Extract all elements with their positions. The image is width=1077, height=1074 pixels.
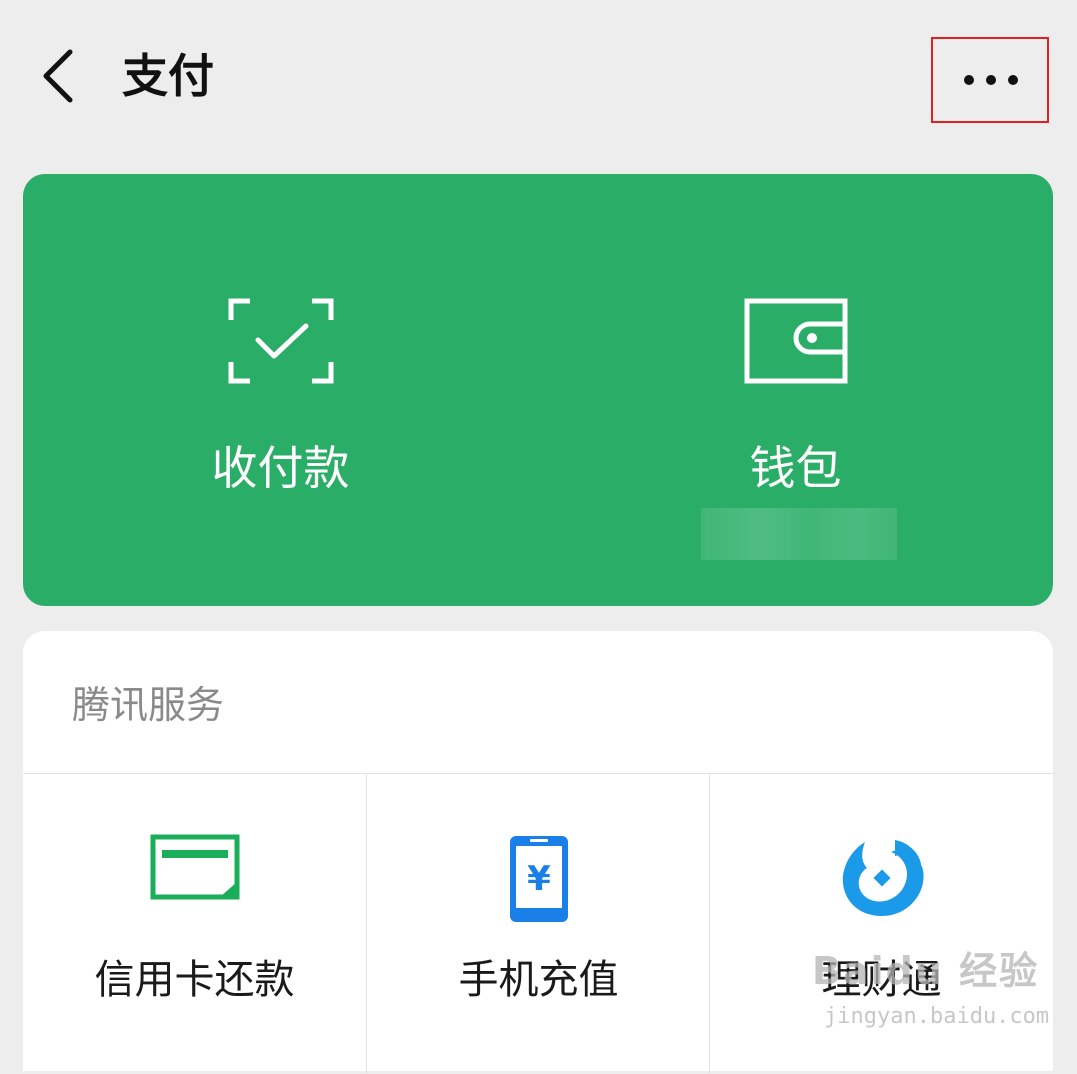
payment-actions-card: 收付款 钱包 [23, 174, 1053, 606]
receive-pay-button[interactable]: 收付款 [23, 174, 538, 606]
credit-card-repayment-label: 信用卡还款 [94, 957, 295, 1003]
section-title: 腾讯服务 [72, 683, 225, 727]
scan-check-icon [228, 298, 333, 384]
chevron-left-icon[interactable] [38, 48, 78, 104]
credit-card-repayment-button[interactable]: 信用卡还款 [23, 774, 366, 1074]
page-title: 支付 [122, 49, 214, 103]
more-dots-icon [964, 75, 1018, 85]
licaitong-button[interactable]: 理财通 [709, 774, 1053, 1074]
wallet-icon [744, 298, 847, 384]
blurred-balance [701, 508, 897, 560]
phone-recharge-label: 手机充值 [458, 957, 619, 1003]
svg-text:¥: ¥ [527, 859, 551, 899]
phone-recharge-button[interactable]: ¥ 手机充值 [366, 774, 710, 1074]
licaitong-icon [842, 840, 924, 916]
more-button[interactable] [931, 37, 1049, 123]
services-grid: 信用卡还款 ¥ 手机充值 理财通 [23, 774, 1053, 1074]
licaitong-label: 理财通 [821, 957, 942, 1003]
credit-card-icon [150, 834, 239, 900]
tencent-services-card: 腾讯服务 信用卡还款 ¥ 手机充值 理财通 [23, 631, 1053, 1074]
phone-recharge-icon: ¥ [509, 836, 568, 922]
wallet-label: 钱包 [749, 441, 842, 495]
top-bar: 支付 [0, 0, 1077, 155]
receive-pay-label: 收付款 [211, 441, 350, 495]
